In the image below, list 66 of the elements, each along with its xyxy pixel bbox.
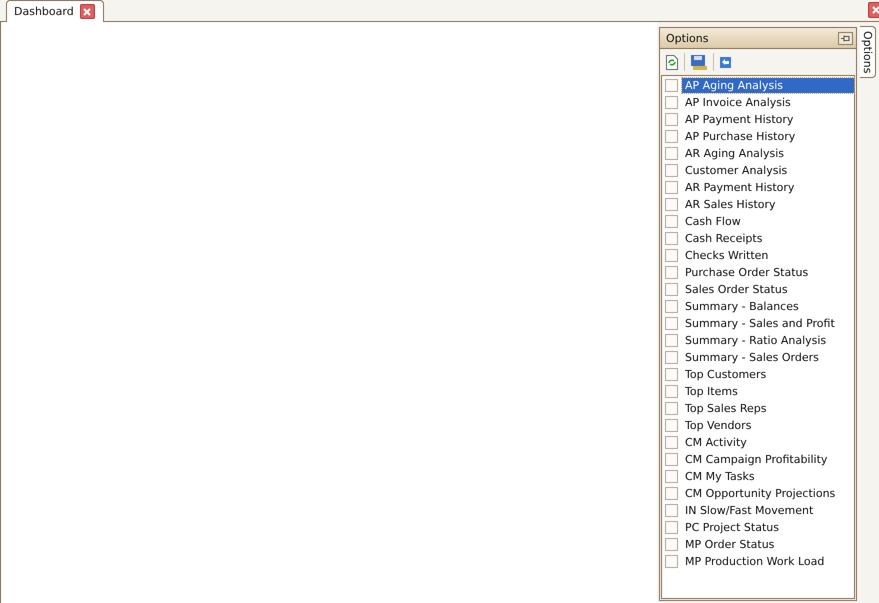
list-item[interactable]: Checks Written (682, 248, 772, 263)
checkbox[interactable] (664, 453, 678, 466)
list-item[interactable]: Summary - Balances (682, 299, 802, 314)
list-item[interactable]: Purchase Order Status (682, 265, 812, 280)
list-item[interactable]: CM My Tasks (682, 469, 758, 484)
side-tab[interactable]: Options (860, 26, 876, 78)
checkbox[interactable] (664, 419, 678, 432)
checkbox[interactable] (664, 402, 678, 415)
list-item[interactable]: Customer Analysis (682, 163, 790, 178)
checkbox[interactable] (664, 368, 678, 381)
list-item[interactable]: Cash Receipts (682, 231, 766, 246)
list-item[interactable]: CM Campaign Profitability (682, 452, 830, 467)
checkbox[interactable] (664, 385, 678, 398)
checkbox[interactable] (664, 300, 678, 313)
list-item[interactable]: AR Aging Analysis (682, 146, 787, 161)
checkbox[interactable] (664, 198, 678, 211)
checkbox[interactable] (664, 351, 678, 364)
checkbox[interactable] (664, 249, 678, 262)
checkbox[interactable] (664, 487, 678, 500)
list-item[interactable]: Summary - Sales and Profit (682, 316, 838, 331)
pin-button[interactable] (838, 32, 854, 44)
checkbox[interactable] (664, 147, 678, 160)
checkbox[interactable] (664, 181, 678, 194)
list-item[interactable]: CM Activity (682, 435, 750, 450)
list-item[interactable]: Top Vendors (682, 418, 754, 433)
list-item[interactable]: MP Order Status (682, 537, 778, 552)
checkbox[interactable] (664, 130, 678, 143)
checkbox[interactable] (664, 113, 678, 126)
list-item[interactable]: Sales Order Status (682, 282, 791, 297)
list-item[interactable]: AP Payment History (682, 112, 796, 127)
list-item[interactable]: Cash Flow (682, 214, 744, 229)
list-item[interactable]: AP Aging Analysis (682, 78, 854, 93)
checkbox[interactable] (664, 96, 678, 109)
checkbox[interactable] (664, 266, 678, 279)
list-item[interactable]: Top Customers (682, 367, 770, 382)
list-item[interactable]: AR Payment History (682, 180, 798, 195)
list-item[interactable]: AP Invoice Analysis (682, 95, 794, 110)
checkbox[interactable] (664, 283, 678, 296)
list-item[interactable]: Summary - Ratio Analysis (682, 333, 830, 348)
checkbox[interactable] (664, 232, 678, 245)
checkbox[interactable] (664, 521, 678, 534)
back-icon[interactable] (720, 56, 731, 68)
close-tab-icon[interactable] (80, 4, 95, 19)
checkbox[interactable] (664, 334, 678, 347)
panel-title: Options (666, 32, 708, 44)
checkbox[interactable] (664, 79, 678, 92)
list-item[interactable]: Summary - Sales Orders (682, 350, 822, 365)
list-item[interactable]: MP Production Work Load (682, 554, 828, 569)
checkbox[interactable] (664, 504, 678, 517)
refresh-icon[interactable] (666, 54, 678, 70)
list-item[interactable]: Top Sales Reps (682, 401, 770, 416)
checkbox[interactable] (664, 555, 678, 568)
list-item[interactable]: IN Slow/Fast Movement (682, 503, 816, 518)
list-item[interactable]: AR Sales History (682, 197, 779, 212)
checkbox[interactable] (664, 164, 678, 177)
checkbox[interactable] (664, 470, 678, 483)
list-item[interactable]: Top Items (682, 384, 741, 399)
list-item[interactable]: AP Purchase History (682, 129, 798, 144)
dashboard-tab[interactable]: Dashboard (6, 0, 104, 22)
checkbox[interactable] (664, 436, 678, 449)
checkbox[interactable] (664, 317, 678, 330)
list-item[interactable]: CM Opportunity Projections (682, 486, 838, 501)
list-item[interactable]: PC Project Status (682, 520, 782, 535)
checkbox[interactable] (664, 538, 678, 551)
save-layout-icon[interactable] (690, 54, 707, 70)
checkbox[interactable] (664, 215, 678, 228)
